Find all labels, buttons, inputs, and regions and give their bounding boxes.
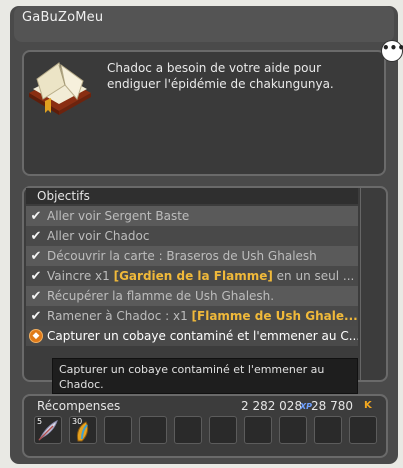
objective-text: Découvrir la carte : Braseros de Ush Gha… — [47, 249, 317, 263]
reward-qty: 5 — [37, 417, 43, 426]
reward-slots: 5 30 — [34, 416, 377, 444]
objective-row[interactable]: ✔ Vaincre x1 [Gardien de la Flamme] en u… — [26, 266, 358, 286]
objective-row[interactable]: ✔ Aller voir Chadoc — [26, 226, 358, 246]
objective-text: Vaincre x1 [Gardien de la Flamme] en un … — [47, 269, 355, 283]
quest-description: Chadoc a besoin de votre aide pour endig… — [107, 61, 334, 91]
reward-slot[interactable]: 5 — [34, 416, 62, 444]
checkmark-icon: ✔ — [30, 208, 42, 224]
reward-slot-empty — [139, 416, 167, 444]
reward-slot-empty — [349, 416, 377, 444]
reward-slot-empty — [174, 416, 202, 444]
objective-row[interactable]: ✔ Récupérer la flamme de Ush Ghalesh. — [26, 286, 358, 306]
speech-bubble-icon[interactable]: ••• — [382, 41, 403, 61]
kama-icon: K — [364, 400, 372, 411]
objective-row[interactable]: ✔ Aller voir Sergent Baste — [26, 206, 358, 226]
objective-tooltip: Capturer un cobaye contaminé et l'emmene… — [52, 358, 358, 394]
objective-row-current[interactable]: ◆ Capturer un cobaye contaminé et l'emme… — [26, 326, 358, 346]
objective-text: Récupérer la flamme de Ush Ghalesh. — [47, 289, 275, 303]
objective-text: Capturer un cobaye contaminé et l'emmene… — [47, 329, 358, 343]
rewards-title: Récompenses — [37, 399, 121, 413]
checkmark-icon: ✔ — [30, 308, 42, 324]
objective-text: Aller voir Chadoc — [47, 229, 150, 243]
reward-slot-empty — [209, 416, 237, 444]
reward-slot-empty — [314, 416, 342, 444]
xp-value: 2 282 028 — [241, 399, 303, 413]
objective-text: Ramener à Chadoc : x1 [Flamme de Ush Gha… — [47, 309, 358, 323]
reward-slot-empty — [244, 416, 272, 444]
objective-text: Aller voir Sergent Baste — [47, 209, 190, 223]
window-title: GaBuZoMeu — [22, 10, 104, 25]
quest-book-icon — [29, 62, 91, 115]
objective-item-link[interactable]: [Flamme de Ush Ghale... — [192, 309, 358, 323]
checkmark-icon: ✔ — [30, 248, 42, 264]
objective-monster-link[interactable]: [Gardien de la Flamme] — [114, 269, 273, 283]
reward-slot-empty — [104, 416, 132, 444]
checkmark-icon: ✔ — [30, 268, 42, 284]
current-objective-icon: ◆ — [29, 329, 43, 343]
reward-slot-empty — [279, 416, 307, 444]
objectives-list: ✔ Aller voir Sergent Baste ✔ Aller voir … — [26, 206, 358, 346]
checkmark-icon: ✔ — [30, 228, 42, 244]
checkmark-icon: ✔ — [30, 288, 42, 304]
objectives-scrollbar[interactable] — [360, 188, 386, 380]
reward-slot[interactable]: 30 — [69, 416, 97, 444]
objective-row[interactable]: ✔ Ramener à Chadoc : x1 [Flamme de Ush G… — [26, 306, 358, 326]
objective-row[interactable]: ✔ Découvrir la carte : Braseros de Ush G… — [26, 246, 358, 266]
objectives-title: Objectifs — [37, 189, 90, 203]
reward-qty: 30 — [72, 417, 83, 426]
kamas-value: 28 780 — [311, 399, 353, 413]
